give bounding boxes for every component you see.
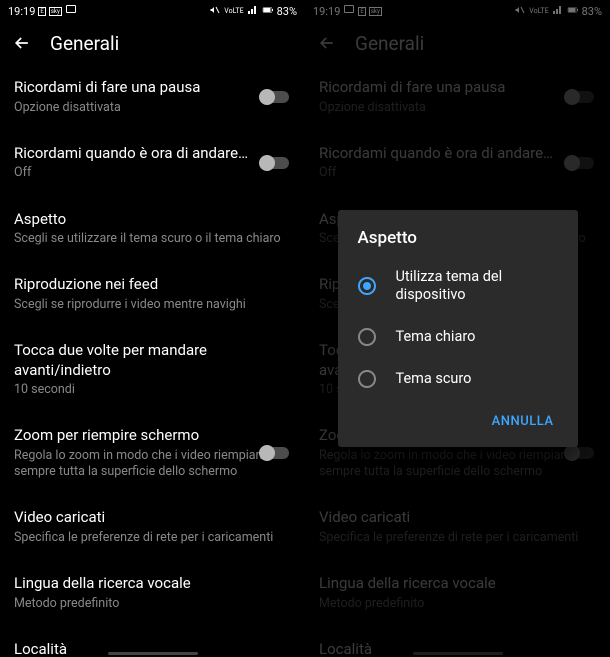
setting-zoom-fill[interactable]: Zoom per riempire schermo Regola lo zoom…	[14, 412, 291, 494]
radio-label: Utilizza tema del dispositivo	[396, 268, 558, 304]
radio-icon	[358, 370, 376, 388]
setting-subtitle: Opzione disattivata	[14, 100, 291, 116]
radio-option-device[interactable]: Utilizza tema del dispositivo	[338, 256, 578, 316]
toggle-pause[interactable]	[259, 89, 291, 105]
setting-title: Aspetto	[14, 210, 291, 230]
setting-appearance[interactable]: Aspetto Scegli se utilizzare il tema scu…	[14, 196, 291, 262]
screen-left: 19:19 E sky VoLTE 83% Generali	[0, 0, 305, 657]
toggle-zoom[interactable]	[259, 445, 291, 461]
dialog-overlay[interactable]: Aspetto Utilizza tema del dispositivo Te…	[305, 0, 610, 657]
back-button[interactable]	[12, 33, 32, 53]
nav-indicator	[108, 652, 198, 655]
battery-icon	[262, 4, 274, 19]
setting-feed-playback[interactable]: Riproduzione nei feed Scegli se riprodur…	[14, 261, 291, 327]
setting-subtitle: Scegli se riprodurre i video mentre navi…	[14, 297, 291, 313]
radio-icon	[358, 328, 376, 346]
setting-uploads[interactable]: Video caricati Specifica le preferenze d…	[14, 494, 291, 560]
status-app-icon: E	[38, 7, 45, 16]
battery-percent: 83%	[277, 5, 297, 18]
dialog-title: Aspetto	[338, 228, 578, 256]
setting-remind-pause[interactable]: Ricordami di fare una pausa Opzione disa…	[14, 64, 291, 130]
setting-subtitle: Regola lo zoom in modo che i video riemp…	[14, 448, 291, 481]
statusbar: 19:19 E sky VoLTE 83%	[0, 0, 305, 22]
setting-voice-language[interactable]: Lingua della ricerca vocale Metodo prede…	[14, 560, 291, 626]
appearance-dialog: Aspetto Utilizza tema del dispositivo Te…	[338, 210, 578, 448]
status-app-icon2: sky	[49, 7, 62, 16]
setting-title: Tocca due volte per mandare avanti/indie…	[14, 341, 291, 380]
toggle-sleep[interactable]	[259, 155, 291, 171]
setting-remind-sleep[interactable]: Ricordami quando è ora di andare… Off	[14, 130, 291, 196]
status-time: 19:19	[8, 5, 35, 18]
radio-option-dark[interactable]: Tema scuro	[338, 358, 578, 400]
setting-subtitle: Scegli se utilizzare il tema scuro o il …	[14, 231, 291, 247]
radio-label: Tema scuro	[396, 370, 472, 388]
status-screenshot-icon	[65, 4, 77, 19]
network-label: VoLTE	[224, 8, 243, 15]
setting-title: Riproduzione nei feed	[14, 275, 291, 295]
setting-double-tap[interactable]: Tocca due volte per mandare avanti/indie…	[14, 327, 291, 412]
setting-title: Ricordami quando è ora di andare…	[14, 144, 291, 164]
signal-icon	[247, 4, 259, 19]
radio-option-light[interactable]: Tema chiaro	[338, 316, 578, 358]
setting-subtitle: Metodo predefinito	[14, 596, 291, 612]
setting-title: Zoom per riempire schermo	[14, 426, 291, 446]
settings-list: Ricordami di fare una pausa Opzione disa…	[0, 64, 305, 657]
setting-subtitle: 10 secondi	[14, 382, 291, 398]
setting-title: Video caricati	[14, 508, 291, 528]
page-title: Generali	[50, 32, 119, 55]
radio-label: Tema chiaro	[396, 328, 476, 346]
setting-title: Lingua della ricerca vocale	[14, 574, 291, 594]
mute-icon	[209, 4, 221, 19]
header: Generali	[0, 22, 305, 64]
radio-icon	[358, 277, 376, 295]
setting-title: Ricordami di fare una pausa	[14, 78, 291, 98]
screen-right: 19:19 E sky VoLTE 83% Generali	[305, 0, 610, 657]
setting-subtitle: Specifica le preferenze di rete per i ca…	[14, 530, 291, 546]
setting-subtitle: Off	[14, 165, 291, 181]
cancel-button[interactable]: ANNULLA	[484, 408, 562, 435]
